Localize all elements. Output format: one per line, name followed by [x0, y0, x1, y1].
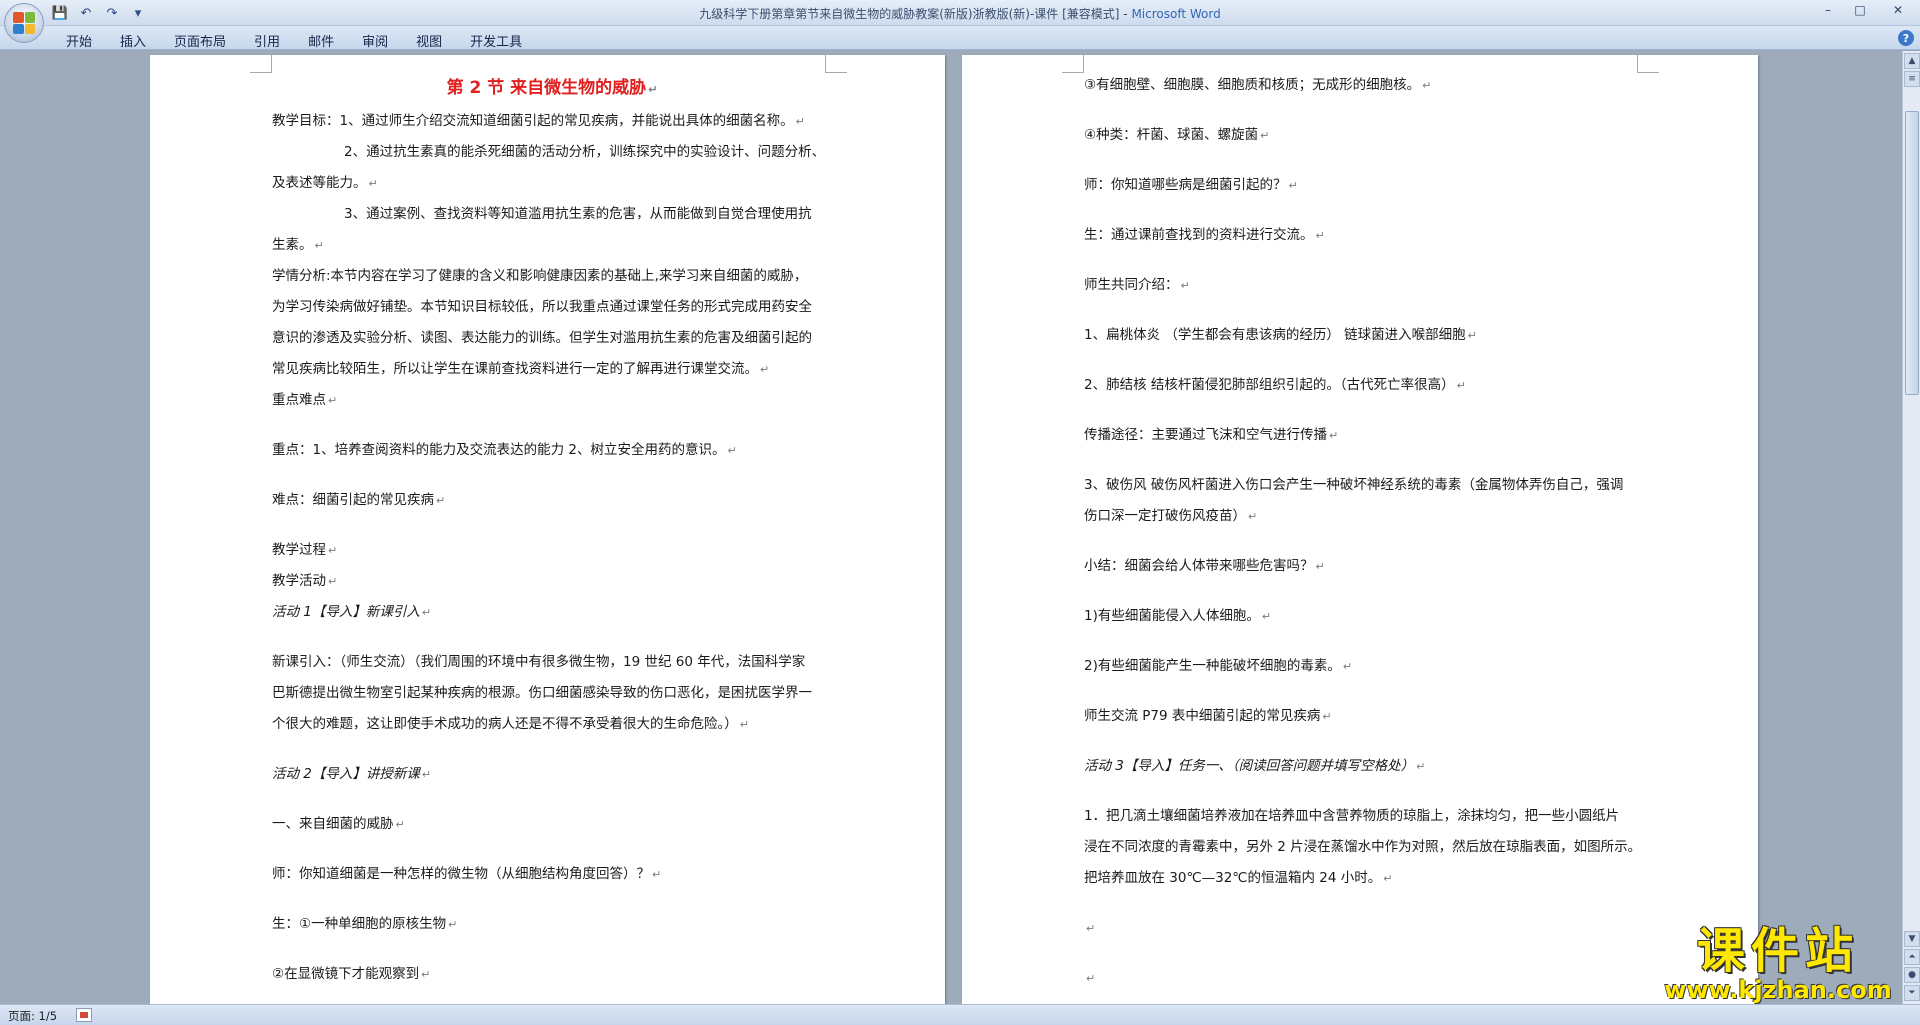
office-button[interactable]: [4, 3, 44, 43]
paragraph-line: 教学活动 ↵: [272, 573, 338, 589]
paragraph-line: 师：你知道细菌是一种怎样的微生物（从细胞结构角度回答）？ ↵: [272, 866, 662, 882]
ribbon-tab-bar: 开始 插入 页面布局 引用 邮件 审阅 视图 开发工具 ?: [0, 26, 1920, 50]
title-bar: 💾 ↶ ↷ ▾ 九级科学下册第章第节来自微生物的威胁教案(新版)浙教版(新)-课…: [0, 0, 1920, 26]
paragraph-line: 教学过程 ↵: [272, 542, 338, 558]
paragraph-line: 小结：细菌会给人体带来哪些危害吗？ ↵: [1084, 558, 1325, 574]
paragraph-line: 常见疾病比较陌生，所以让学生在课前查找资料进行一定的了解再进行课堂交流。 ↵: [272, 361, 770, 377]
paragraph-line: 个很大的难题，这让即使手术成功的病人还是不得不承受着很大的生命危险。） ↵: [272, 716, 749, 732]
paragraph-line: 3、通过案例、查找资料等知道滥用抗生素的危害，从而能做到自觉合理使用抗: [344, 206, 812, 222]
paragraph-line: 2、肺结核 结核杆菌侵犯肺部组织引起的。（古代死亡率很高） ↵: [1084, 377, 1466, 393]
paragraph-line: 1、扁桃体炎 （学生都会有患该病的经历） 链球菌进入喉部细胞 ↵: [1084, 327, 1477, 343]
watermark-logo: 课件站 www.kjzhan.com: [1658, 925, 1898, 1003]
document-workspace: 第 2 节 来自微生物的威胁 ↵ 教学目标：1、通过师生介绍交流知道细菌引起的常见…: [0, 51, 1902, 1004]
paragraph-line: 新课引入：（师生交流）（我们周围的环境中有很多微生物，19 世纪 60 年代，法…: [272, 654, 806, 670]
window-controls: – □ ✕: [1812, 0, 1920, 20]
paragraph-line: 1)有些细菌能侵入人体细胞。 ↵: [1084, 608, 1272, 624]
margin-corner-mark: [250, 55, 272, 73]
paragraph-line: 生：通过课前查找到的资料进行交流。 ↵: [1084, 227, 1325, 243]
help-icon[interactable]: ?: [1898, 30, 1914, 46]
vertical-scrollbar[interactable]: ▲ ≡ ▼ ⏶ ● ⏷: [1902, 51, 1920, 1004]
paragraph-line: 活动 1【导入】新课引入 ↵: [272, 604, 432, 620]
paragraph-line: 教学目标：1、通过师生介绍交流知道细菌引起的常见疾病，并能说出具体的细菌名称。 ↵: [272, 113, 805, 129]
tab-mailings[interactable]: 邮件: [294, 29, 348, 52]
tab-page-layout[interactable]: 页面布局: [160, 29, 240, 52]
margin-corner-mark: [1062, 55, 1084, 73]
tab-insert[interactable]: 插入: [106, 29, 160, 52]
scroll-down-icon[interactable]: ▼: [1904, 931, 1920, 947]
paragraph-line: 一、来自细菌的威胁 ↵: [272, 816, 405, 832]
paragraph-line: 生：①一种单细胞的原核生物 ↵: [272, 916, 458, 932]
paragraph-line: 3、破伤风 破伤风杆菌进入伤口会产生一种破坏神经系统的毒素（金属物体弄伤自己，强…: [1084, 477, 1624, 493]
paragraph-line: 重点难点 ↵: [272, 392, 338, 408]
document-page-2: ③有细胞壁、细胞膜、细胞质和核质；无成形的细胞核。 ↵ ④种类：杆菌、球菌、螺旋菌…: [962, 55, 1758, 1004]
paragraph-line: ↵: [1086, 922, 1096, 935]
paragraph-line: 生素。 ↵: [272, 237, 324, 253]
watermark-url: www.kjzhan.com: [1664, 976, 1892, 1004]
maximize-icon[interactable]: □: [1844, 0, 1876, 20]
paragraph-line: 难点：细菌引起的常见疾病 ↵: [272, 492, 446, 508]
paragraph-line: 1．把几滴土壤细菌培养液加在培养皿中含营养物质的琼脂上，涂抹均匀，把一些小圆纸片: [1084, 808, 1620, 824]
page-2-text[interactable]: ③有细胞壁、细胞膜、细胞质和核质；无成形的细胞核。 ↵ ④种类：杆菌、球菌、螺旋菌…: [1084, 70, 1649, 994]
close-icon[interactable]: ✕: [1876, 0, 1920, 20]
section-title: 第 2 节 来自微生物的威胁 ↵: [446, 78, 658, 98]
paragraph-line: ④种类：杆菌、球菌、螺旋菌 ↵: [1084, 127, 1270, 143]
paragraph-line: 师生共同介绍： ↵: [1084, 277, 1190, 293]
tab-developer[interactable]: 开发工具: [456, 29, 536, 52]
paragraph-line: 学情分析:本节内容在学习了健康的含义和影响健康因素的基础上,来学习来自细菌的威胁…: [272, 268, 808, 284]
paragraph-line: 活动 2【导入】讲授新课 ↵: [272, 766, 432, 782]
paragraph-line: ↵: [1086, 972, 1096, 985]
minimize-icon[interactable]: –: [1812, 0, 1844, 20]
paragraph-line: 2)有些细菌能产生一种能破坏细胞的毒素。 ↵: [1084, 658, 1353, 674]
window-title: 九级科学下册第章第节来自微生物的威胁教案(新版)浙教版(新)-课件 [兼容模式]…: [0, 5, 1920, 22]
next-page-icon[interactable]: ⏷: [1904, 985, 1920, 1001]
status-bar: 页面: 1/5: [0, 1004, 1920, 1025]
tab-view[interactable]: 视图: [402, 29, 456, 52]
paragraph-line: 师：你知道哪些病是细菌引起的？ ↵: [1084, 177, 1298, 193]
paragraph-line: ②在显微镜下才能观察到 ↵: [272, 966, 431, 982]
paragraph-line: 师生交流 P79 表中细菌引起的常见疾病 ↵: [1084, 708, 1332, 724]
ribbon-tabs: 开始 插入 页面布局 引用 邮件 审阅 视图 开发工具: [52, 29, 536, 52]
scroll-up-icon[interactable]: ▲: [1904, 53, 1920, 69]
app-name: Microsoft Word: [1131, 7, 1221, 21]
office-logo-icon: [13, 12, 35, 34]
paragraph-line: ③有细胞壁、细胞膜、细胞质和核质；无成形的细胞核。 ↵: [1084, 77, 1432, 93]
paragraph-line: 浸在不同浓度的青霉素中，另外 2 片浸在蒸馏水中作为对照，然后放在琼脂表面，如图…: [1084, 839, 1642, 855]
paragraph-line: 传播途径：主要通过飞沫和空气进行传播 ↵: [1084, 427, 1339, 443]
paragraph-line: 活动 3【导入】任务一、（阅读回答问题并填写空格处） ↵: [1084, 758, 1426, 774]
paragraph-line: 意识的渗透及实验分析、读图、表达能力的训练。但学生对滥用抗生素的危害及细菌引起的: [272, 330, 812, 346]
scrollbar-thumb[interactable]: [1905, 111, 1919, 395]
tab-references[interactable]: 引用: [240, 29, 294, 52]
browse-object-icon[interactable]: ●: [1904, 967, 1920, 983]
watermark-text: 课件站: [1696, 923, 1859, 979]
previous-page-icon[interactable]: ⏶: [1904, 949, 1920, 965]
paragraph-line: 为学习传染病做好铺垫。本节知识目标较低，所以我重点通过课堂任务的形式完成用药安全: [272, 299, 812, 315]
paragraph-line: 把培养皿放在 30℃—32℃的恒温箱内 24 小时。 ↵: [1084, 870, 1393, 886]
page-1-text[interactable]: 第 2 节 来自微生物的威胁 ↵ 教学目标：1、通过师生介绍交流知道细菌引起的常见…: [272, 70, 832, 990]
paragraph-line: 2、通过抗生素真的能杀死细菌的活动分析，训练探究中的实验设计、问题分析、: [344, 144, 826, 160]
page-indicator[interactable]: 页面: 1/5: [8, 1008, 57, 1024]
paragraph-line: 巴斯德提出微生物室引起某种疾病的根源。伤口细菌感染导致的伤口恶化，是困扰医学界一: [272, 685, 812, 701]
proofing-status-icon[interactable]: [76, 1008, 92, 1022]
paragraph-line: 重点：1、培养查阅资料的能力及交流表达的能力 2、树立安全用药的意识。 ↵: [272, 442, 737, 458]
tab-review[interactable]: 审阅: [348, 29, 402, 52]
ruler-toggle-icon[interactable]: ≡: [1904, 71, 1920, 87]
document-page-1: 第 2 节 来自微生物的威胁 ↵ 教学目标：1、通过师生介绍交流知道细菌引起的常见…: [150, 55, 945, 1004]
paragraph-line: 及表述等能力。 ↵: [272, 175, 378, 191]
paragraph-line: 伤口深一定打破伤风疫苗） ↵: [1084, 508, 1258, 524]
tab-home[interactable]: 开始: [52, 29, 106, 52]
document-title: 九级科学下册第章第节来自微生物的威胁教案(新版)浙教版(新)-课件 [兼容模式]…: [699, 7, 1132, 21]
